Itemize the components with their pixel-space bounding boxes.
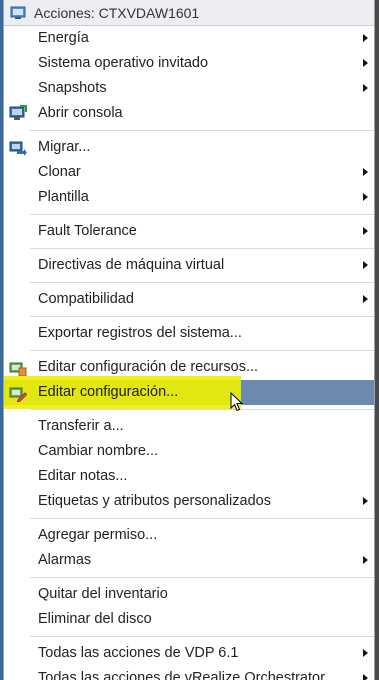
menu-item-label: Plantilla <box>38 189 89 205</box>
submenu-arrow-icon <box>363 497 368 505</box>
menu-item-todas-las-acciones-de-vdp-6-1[interactable]: Todas las acciones de VDP 6.1 <box>4 641 374 666</box>
submenu-arrow-icon <box>363 649 368 657</box>
menu-item-sistema-operativo-invitado[interactable]: Sistema operativo invitado <box>4 51 374 76</box>
submenu-arrow-icon <box>363 556 368 564</box>
menu-item-label: Snapshots <box>38 80 107 96</box>
menu-item-energia[interactable]: Energía <box>4 26 374 51</box>
menu-item-eliminar-del-disco[interactable]: Eliminar del disco <box>4 607 374 632</box>
menu-item-label: Quitar del inventario <box>38 586 168 602</box>
menu-item-agregar-permiso[interactable]: Agregar permiso... <box>4 523 374 548</box>
menu-item-transferir-a[interactable]: Transferir a... <box>4 414 374 439</box>
virtual-machine-icon <box>10 5 26 21</box>
menu-item-clonar[interactable]: Clonar <box>4 160 374 185</box>
menu-separator <box>30 409 374 410</box>
menu-item-editar-notas[interactable]: Editar notas... <box>4 464 374 489</box>
menu-item-label: Alarmas <box>38 552 92 568</box>
menu-item-plantilla[interactable]: Plantilla <box>4 185 374 210</box>
menu-item-exportar-registros-del-sistema[interactable]: Exportar registros del sistema... <box>4 321 374 346</box>
menu-separator <box>30 214 374 215</box>
submenu-arrow-icon <box>363 674 368 680</box>
migrate-icon <box>9 139 27 157</box>
submenu-arrow-icon <box>363 295 368 303</box>
menu-item-editar-configuracion[interactable]: Editar configuración... <box>4 376 374 409</box>
submenu-arrow-icon <box>363 261 368 269</box>
menu-item-label: Todas las acciones de VDP 6.1 <box>38 645 239 661</box>
submenu-arrow-icon <box>363 59 368 67</box>
actions-context-menu: Acciones: CTXVDAW1601 Energía Sistema ope… <box>3 0 375 680</box>
menu-separator <box>30 316 374 317</box>
menu-item-label: Editar configuración... <box>38 384 179 400</box>
menu-item-label: Fault Tolerance <box>38 223 137 239</box>
menu-item-label: Abrir consola <box>38 105 123 121</box>
menu-item-etiquetas-y-atributos-personalizados[interactable]: Etiquetas y atributos personalizados <box>4 489 374 514</box>
menu-item-label: Editar configuración de recursos... <box>38 359 259 375</box>
menu-body: Energía Sistema operativo invitado Snapsho… <box>4 26 374 680</box>
menu-item-migrar[interactable]: Migrar... <box>4 135 374 160</box>
menu-item-label: Etiquetas y atributos personalizados <box>38 493 271 509</box>
menu-item-label: Transferir a... <box>38 418 124 434</box>
menu-item-label: Exportar registros del sistema... <box>38 325 242 341</box>
submenu-arrow-icon <box>363 34 368 42</box>
menu-header: Acciones: CTXVDAW1601 <box>4 0 374 26</box>
console-icon <box>9 105 27 123</box>
menu-item-compatibilidad[interactable]: Compatibilidad <box>4 287 374 312</box>
mouse-cursor-icon <box>230 392 244 412</box>
menu-item-todas-las-acciones-de-vrealize-orchestrator[interactable]: Todas las acciones de vRealize Orchestra… <box>4 666 374 680</box>
menu-item-alarmas[interactable]: Alarmas <box>4 548 374 573</box>
submenu-arrow-icon <box>363 227 368 235</box>
menu-separator <box>30 518 374 519</box>
menu-separator <box>30 282 374 283</box>
edit-settings-icon <box>9 384 28 403</box>
submenu-arrow-icon <box>363 193 368 201</box>
menu-item-label: Directivas de máquina virtual <box>38 257 225 273</box>
submenu-arrow-icon <box>363 168 368 176</box>
menu-item-label: Cambiar nombre... <box>38 443 159 459</box>
menu-item-cambiar-nombre[interactable]: Cambiar nombre... <box>4 439 374 464</box>
menu-item-label: Energía <box>38 30 89 46</box>
menu-separator <box>30 248 374 249</box>
menu-item-snapshots[interactable]: Snapshots <box>4 76 374 101</box>
menu-item-label: Agregar permiso... <box>38 527 158 543</box>
menu-item-label: Sistema operativo invitado <box>38 55 209 71</box>
menu-separator <box>30 130 374 131</box>
menu-separator <box>30 350 374 351</box>
submenu-arrow-icon <box>363 84 368 92</box>
menu-title: Acciones: CTXVDAW1601 <box>34 4 200 21</box>
resource-settings-icon <box>9 359 27 377</box>
menu-item-label: Compatibilidad <box>38 291 134 307</box>
menu-item-label: Eliminar del disco <box>38 611 152 627</box>
menu-item-label: Todas las acciones de vRealize Orchestra… <box>38 670 325 680</box>
menu-separator <box>30 636 374 637</box>
menu-item-quitar-del-inventario[interactable]: Quitar del inventario <box>4 582 374 607</box>
menu-item-label: Migrar... <box>38 139 91 155</box>
menu-item-label: Clonar <box>38 164 81 180</box>
menu-item-directivas-de-maquina-virtual[interactable]: Directivas de máquina virtual <box>4 253 374 278</box>
menu-item-fault-tolerance[interactable]: Fault Tolerance <box>4 219 374 244</box>
menu-item-label: Editar notas... <box>38 468 128 484</box>
menu-item-abrir-consola[interactable]: Abrir consola <box>4 101 374 126</box>
menu-separator <box>30 577 374 578</box>
